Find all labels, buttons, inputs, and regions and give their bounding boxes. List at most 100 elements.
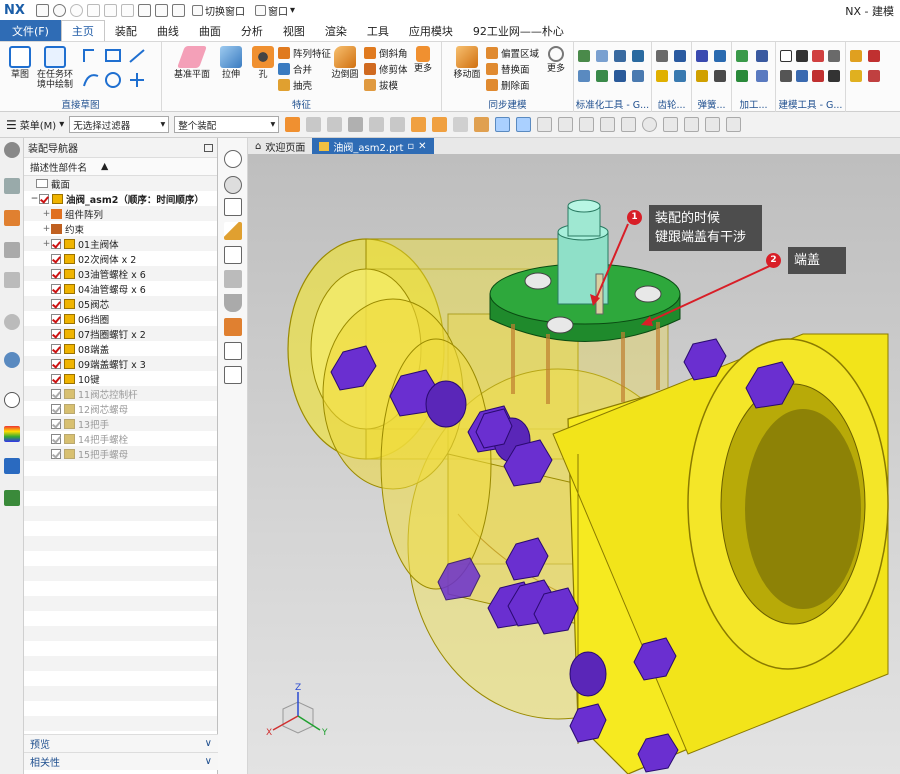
- snap-curve-icon[interactable]: [537, 117, 553, 132]
- tab-render[interactable]: 渲染: [315, 20, 357, 41]
- tree-row-component[interactable]: 02次阀体 x 2: [24, 251, 217, 266]
- snap-point-icon[interactable]: [726, 117, 742, 132]
- std-tool-icon[interactable]: [614, 50, 626, 62]
- tree-row-component-hidden[interactable]: 15把手螺母: [24, 446, 217, 461]
- tree-row-component-hidden[interactable]: 14把手螺栓: [24, 431, 217, 446]
- close-icon[interactable]: ✕: [418, 141, 426, 152]
- tree-row-component-hidden[interactable]: 11阀芯控制杆: [24, 386, 217, 401]
- fit-view-icon[interactable]: [224, 246, 242, 264]
- visibility-checkbox[interactable]: [51, 283, 61, 294]
- triangle-icon[interactable]: [780, 50, 792, 62]
- visibility-checkbox[interactable]: [51, 388, 61, 399]
- extra-tool-icon[interactable]: [868, 70, 880, 82]
- show-hide-icon[interactable]: [224, 150, 242, 168]
- web-browser-icon[interactable]: [4, 314, 20, 330]
- modeling-tool-icon[interactable]: [812, 70, 824, 82]
- modeling-tool-icon[interactable]: [828, 50, 840, 62]
- tree-row-component[interactable]: 05阀芯: [24, 296, 217, 311]
- section-view-icon[interactable]: [224, 294, 242, 312]
- paste-icon[interactable]: [121, 3, 134, 17]
- snap-point-icon[interactable]: [369, 117, 385, 132]
- snap-endpoint-icon[interactable]: [495, 117, 511, 132]
- machining-tool-icon[interactable]: [736, 70, 748, 82]
- tree-row-section[interactable]: 截面: [24, 176, 217, 191]
- edge-blend-button[interactable]: 边倒圆: [330, 46, 360, 80]
- snap-midpoint-icon[interactable]: [516, 117, 532, 132]
- tab-view[interactable]: 视图: [273, 20, 315, 41]
- window-menu-button[interactable]: 窗口 ▾: [252, 2, 298, 19]
- sync-more-button[interactable]: 更多: [542, 46, 570, 74]
- sketch-task-button[interactable]: 在任务环境中绘制: [36, 46, 74, 90]
- trim-body-button[interactable]: 修剪体: [364, 62, 408, 76]
- system-scene-icon[interactable]: [4, 490, 20, 506]
- tab-assembly[interactable]: 装配: [105, 20, 147, 41]
- assembly-navigator-icon[interactable]: [4, 210, 20, 226]
- tree-row-root-assembly[interactable]: − 油阀_asm2（顺序：时间顺序）: [24, 191, 217, 206]
- std-tool-icon[interactable]: [632, 70, 644, 82]
- visibility-checkbox[interactable]: [51, 433, 61, 444]
- datum-plane-button[interactable]: 基准平面: [172, 46, 212, 80]
- spring-tool-icon[interactable]: [696, 50, 708, 62]
- move-face-button[interactable]: 移动面: [450, 46, 484, 80]
- spring-tool-icon[interactable]: [714, 50, 726, 62]
- repeat-command-icon[interactable]: [138, 3, 151, 17]
- tab-file[interactable]: 文件(F): [0, 20, 61, 41]
- tree-row-component[interactable]: 10键: [24, 371, 217, 386]
- spring-tool-icon[interactable]: [696, 70, 708, 82]
- machining-tool-icon[interactable]: [756, 70, 768, 82]
- std-tool-icon[interactable]: [614, 70, 626, 82]
- visibility-checkbox[interactable]: [51, 328, 61, 339]
- palette-icon[interactable]: [4, 426, 20, 442]
- preview-panel-header[interactable]: 预览 ∨: [24, 734, 218, 752]
- snap-on-curve-icon[interactable]: [684, 117, 700, 132]
- std-tool-icon[interactable]: [578, 70, 590, 82]
- tree-row-component[interactable]: 04油管螺母 x 6: [24, 281, 217, 296]
- visibility-checkbox[interactable]: [51, 238, 61, 249]
- constraint-navigator-icon[interactable]: [4, 242, 20, 258]
- tab-part-file[interactable]: 油阀_asm2.prt ▫ ✕: [312, 138, 434, 154]
- spring-tool-icon[interactable]: [714, 70, 726, 82]
- extra-tool-icon[interactable]: [850, 50, 862, 62]
- machining-tool-icon[interactable]: [756, 50, 768, 62]
- modeling-tool-icon[interactable]: [828, 70, 840, 82]
- tab-curve[interactable]: 曲线: [147, 20, 189, 41]
- tree-row-component-hidden[interactable]: 13把手: [24, 416, 217, 431]
- tree-row-component[interactable]: + 01主阀体: [24, 236, 217, 251]
- gear-tool-icon[interactable]: [674, 50, 686, 62]
- role-icon[interactable]: [4, 458, 20, 474]
- visibility-checkbox[interactable]: [51, 313, 61, 324]
- extra-tool-icon[interactable]: [850, 70, 862, 82]
- offset-region-button[interactable]: 偏置区域: [486, 46, 539, 60]
- extra-tool-icon[interactable]: [868, 50, 880, 62]
- sketch-curve-tools[interactable]: [80, 46, 156, 94]
- part-navigator-icon[interactable]: [4, 178, 20, 194]
- shell-button[interactable]: 抽壳: [278, 78, 312, 92]
- machining-tool-icon[interactable]: [736, 50, 748, 62]
- tab-home[interactable]: 主页: [60, 20, 105, 41]
- select-solid-icon[interactable]: [474, 117, 490, 132]
- tab-analysis[interactable]: 分析: [231, 20, 273, 41]
- save-view-icon[interactable]: [224, 342, 242, 360]
- hide-icon[interactable]: [224, 176, 242, 194]
- tab-welcome-page[interactable]: ⌂ 欢迎页面: [248, 138, 312, 154]
- select-component-icon[interactable]: [411, 117, 427, 132]
- graphics-window[interactable]: Z X Y 1 装配的时候 键跟端盖有干涉 2 端盖: [248, 154, 900, 774]
- tree-row-component[interactable]: 09端盖螺钉 x 3: [24, 356, 217, 371]
- snap-polyline-icon[interactable]: [579, 117, 595, 132]
- visibility-checkbox[interactable]: [51, 358, 61, 369]
- tab-application[interactable]: 应用模块: [399, 20, 463, 41]
- snap-on-face-icon[interactable]: [705, 117, 721, 132]
- visibility-icon[interactable]: [155, 3, 168, 17]
- select-feature-icon[interactable]: [306, 117, 322, 132]
- visibility-checkbox[interactable]: [51, 298, 61, 309]
- switch-window-button[interactable]: 切换窗口: [189, 2, 248, 19]
- hole-button[interactable]: 孔: [246, 46, 280, 80]
- tree-row-component[interactable]: 03油管螺栓 x 6: [24, 266, 217, 281]
- modeling-tool-icon[interactable]: [780, 70, 792, 82]
- visibility-checkbox[interactable]: [51, 418, 61, 429]
- snap-tangent-icon[interactable]: [600, 117, 616, 132]
- gear-tool-icon[interactable]: [674, 70, 686, 82]
- chamfer-button[interactable]: 倒斜角: [364, 46, 408, 60]
- assembly-view-icon[interactable]: [224, 318, 242, 336]
- globe-icon[interactable]: [4, 352, 20, 368]
